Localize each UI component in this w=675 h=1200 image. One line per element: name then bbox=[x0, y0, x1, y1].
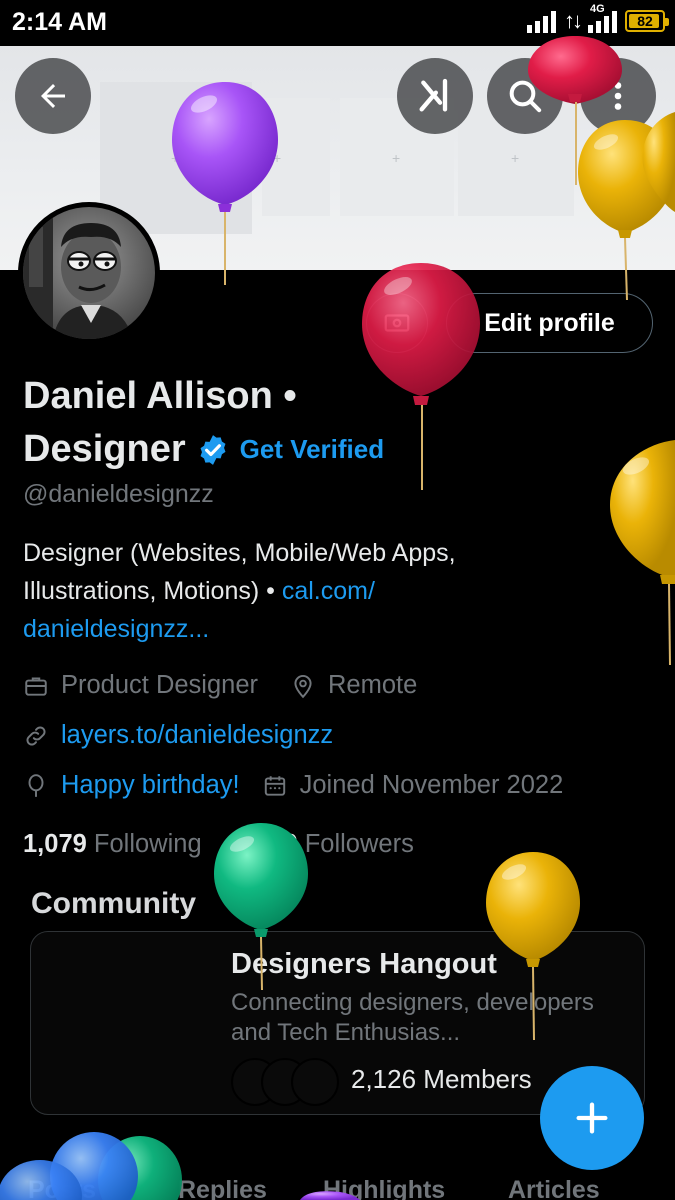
balloon-icon bbox=[23, 773, 49, 799]
avatar-illustration bbox=[23, 207, 155, 339]
status-time: 2:14 AM bbox=[12, 8, 107, 36]
briefcase-icon bbox=[23, 673, 49, 699]
profile-tabs: Posts Replies Highlights Articles bbox=[0, 1172, 675, 1200]
search-icon bbox=[509, 80, 542, 113]
profile-meta-date-row: Happy birthday! Joined November 2022 bbox=[23, 771, 563, 800]
monetization-button[interactable] bbox=[366, 293, 428, 353]
profile-stats: 1,079 Following 1,609 Followers bbox=[23, 830, 414, 859]
location-pin-icon bbox=[290, 673, 316, 699]
search-button[interactable] bbox=[487, 58, 563, 134]
profile-website[interactable]: layers.to/danieldesignzz bbox=[61, 721, 333, 750]
community-member-avatars bbox=[231, 1058, 339, 1106]
birthday-link[interactable]: Happy birthday! bbox=[61, 771, 240, 800]
verified-badge-icon bbox=[196, 433, 230, 467]
community-description: Connecting designers, developers and Tec… bbox=[231, 989, 594, 1046]
get-verified-link[interactable]: Get Verified bbox=[240, 423, 385, 476]
profile-name-line2: Designer bbox=[23, 428, 186, 470]
more-vertical-icon bbox=[614, 82, 622, 110]
profile-location: Remote bbox=[328, 671, 418, 699]
profile-job: Product Designer bbox=[61, 671, 259, 699]
money-icon bbox=[384, 314, 410, 332]
community-section-title: Community bbox=[31, 887, 196, 920]
balloon-yellow-right bbox=[610, 440, 675, 666]
followers-label: Followers bbox=[304, 830, 414, 858]
back-arrow-icon bbox=[41, 84, 65, 108]
community-name: Designers Hangout bbox=[231, 948, 497, 980]
plus-icon bbox=[576, 1102, 608, 1134]
bio-text: Designer (Websites, Mobile/Web Apps, Ill… bbox=[23, 539, 456, 605]
following-label: Following bbox=[93, 830, 202, 858]
followers-count: 1,609 bbox=[233, 830, 298, 858]
profile-meta-job-row: Product Designer Remote bbox=[23, 671, 417, 700]
back-button[interactable] bbox=[15, 58, 91, 134]
following-link[interactable]: 1,079 Following bbox=[23, 830, 202, 858]
more-button[interactable] bbox=[580, 58, 656, 134]
tab-highlights[interactable]: Highlights bbox=[323, 1176, 445, 1200]
data-transfer-icon: ↑↓ bbox=[564, 8, 583, 33]
tab-replies[interactable]: Replies bbox=[178, 1176, 267, 1200]
profile-joined: Joined November 2022 bbox=[299, 771, 564, 799]
signal-icon bbox=[527, 9, 556, 33]
profile-bio: Designer (Websites, Mobile/Web Apps, Ill… bbox=[23, 534, 543, 648]
compose-button[interactable] bbox=[540, 1066, 644, 1170]
grok-button[interactable] bbox=[397, 58, 473, 134]
tab-articles[interactable]: Articles bbox=[508, 1176, 600, 1200]
tab-posts[interactable]: Posts bbox=[28, 1176, 96, 1200]
profile-handle: @danieldesignzz bbox=[23, 480, 214, 508]
following-count: 1,079 bbox=[23, 830, 87, 858]
battery-icon: 82 bbox=[625, 10, 669, 32]
profile-meta-website-row: layers.to/danieldesignzz bbox=[23, 721, 333, 750]
avatar[interactable] bbox=[18, 202, 160, 344]
edit-profile-button[interactable]: Edit profile bbox=[446, 293, 653, 353]
profile-name: Daniel Allison • Designer Get Verified bbox=[23, 370, 443, 476]
followers-link[interactable]: 1,609 Followers bbox=[234, 830, 414, 858]
signal-4g-icon: 4G bbox=[588, 3, 617, 33]
grok-icon bbox=[419, 78, 448, 112]
status-icons: ↑↓ 4G 82 bbox=[527, 3, 669, 33]
calendar-icon bbox=[262, 773, 288, 799]
community-members: 2,126 Members bbox=[351, 1064, 532, 1094]
profile-name-line1: Daniel Allison • bbox=[23, 375, 297, 417]
link-icon bbox=[23, 723, 49, 749]
status-bar: 2:14 AM ↑↓ 4G 82 bbox=[0, 0, 675, 46]
